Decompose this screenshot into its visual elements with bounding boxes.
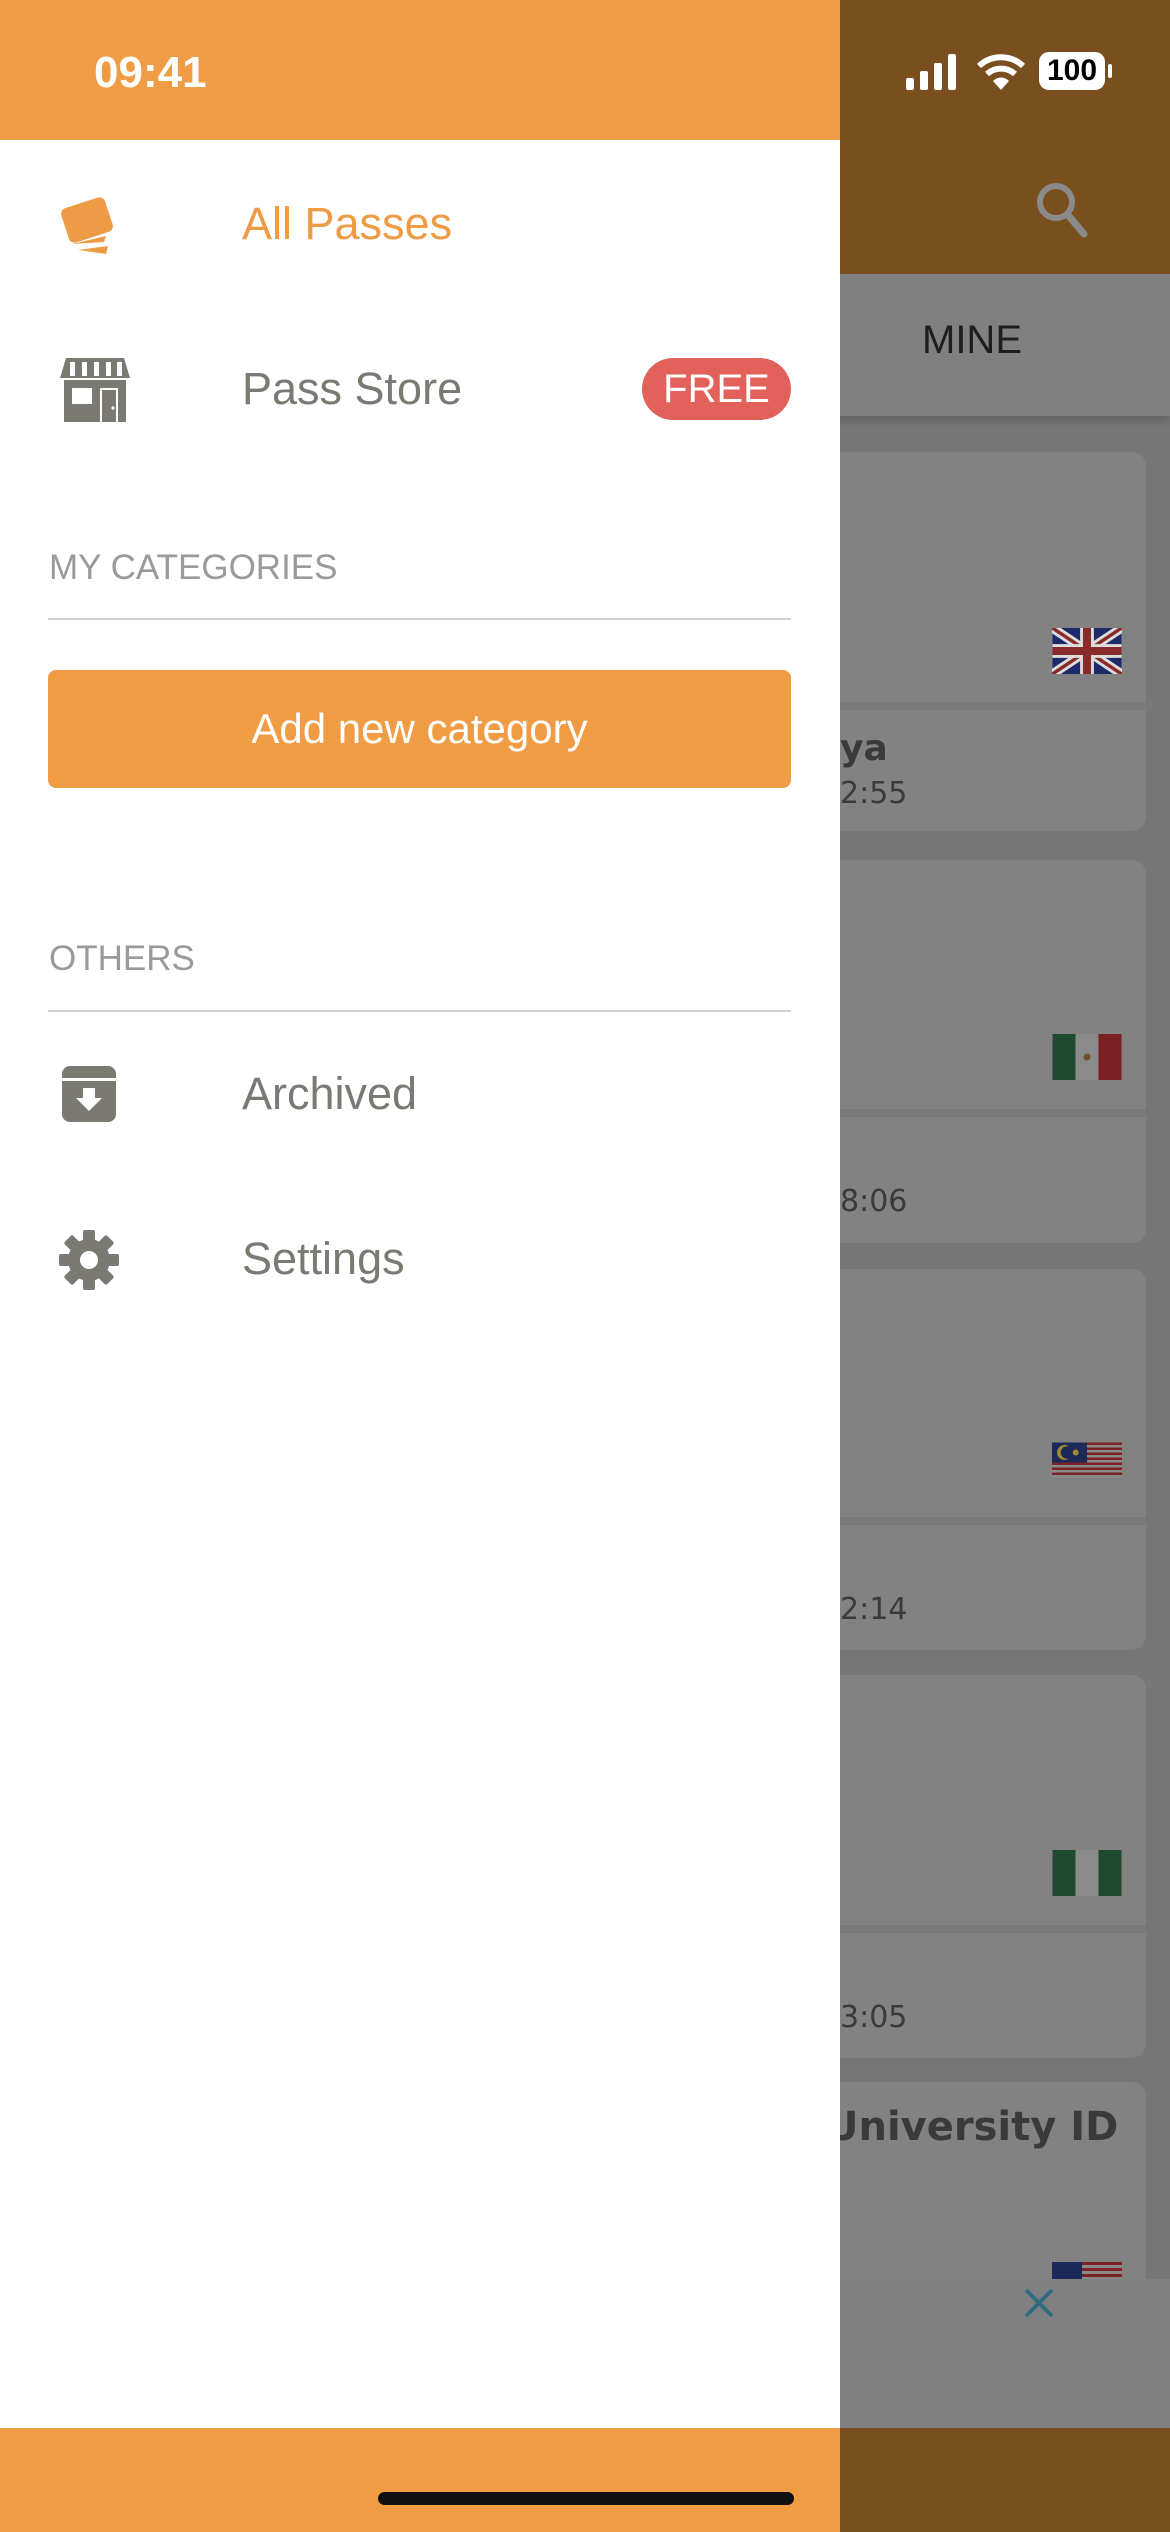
drawer-item-label: All Passes	[242, 198, 453, 249]
section-title-others: OTHERS	[49, 939, 195, 978]
card-title: University ID	[826, 2104, 1119, 2150]
card-title: ya	[840, 728, 888, 769]
add-category-button[interactable]: Add new category	[48, 670, 791, 788]
home-indicator[interactable]	[378, 2492, 794, 2505]
cards-icon	[60, 192, 122, 263]
search-icon[interactable]	[1034, 180, 1090, 245]
battery-tip	[1108, 64, 1112, 78]
close-ad-icon[interactable]	[1024, 2288, 1054, 2323]
divider	[48, 618, 791, 620]
drawer-item-archived[interactable]	[0, 1040, 840, 1150]
store-icon	[60, 358, 130, 427]
status-time: 09:41	[94, 48, 207, 97]
card-time: 3:05	[840, 2000, 908, 2035]
tab-mine[interactable]: MINE	[922, 318, 1022, 363]
battery-icon: 100	[1039, 52, 1105, 90]
card-time: 2:55	[840, 776, 908, 811]
free-badge: FREE	[642, 358, 791, 420]
wifi-icon	[976, 52, 1026, 97]
malaysia-flag-icon	[1052, 1442, 1122, 1478]
drawer-item-label: Pass Store	[242, 363, 463, 414]
card-time: 2:14	[840, 1592, 908, 1627]
archive-icon	[62, 1066, 116, 1127]
card-time: 8:06	[840, 1184, 908, 1219]
usa-flag-icon	[1052, 2262, 1122, 2279]
gear-icon	[58, 1229, 120, 1296]
drawer-item-settings[interactable]	[0, 1205, 840, 1315]
drawer-item-label: Settings	[242, 1233, 405, 1284]
drawer-bottom-bar	[0, 2428, 840, 2532]
divider	[48, 1010, 791, 1012]
nigeria-flag-icon	[1052, 1850, 1122, 1896]
mexico-flag-icon	[1052, 1034, 1122, 1080]
section-title-my-categories: MY CATEGORIES	[49, 548, 338, 587]
drawer-item-label: Archived	[242, 1068, 418, 1119]
uk-flag-icon	[1049, 624, 1125, 678]
signal-icon	[906, 54, 958, 95]
